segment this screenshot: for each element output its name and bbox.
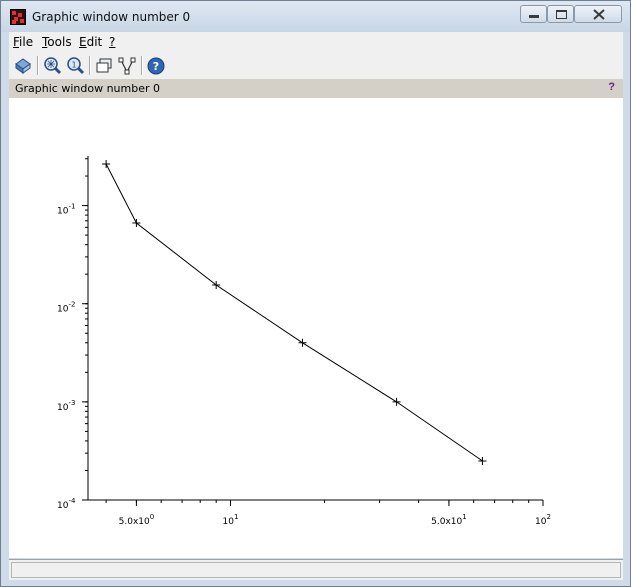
maximize-button[interactable] [547, 5, 574, 23]
data-point-marker [478, 456, 487, 465]
menu-edit[interactable]: Edit [79, 35, 102, 49]
datatip-icon[interactable] [117, 56, 137, 76]
toolbar-separator [141, 56, 142, 75]
help-icon[interactable]: ? [146, 56, 166, 76]
y-tick-label: 10-1 [57, 203, 75, 217]
plot-canvas[interactable]: 5.0x100 101 5.0x101 102 10-1 10-2 10-3 10-4 [9, 98, 623, 558]
menu-file[interactable]: File [13, 35, 33, 49]
data-point-marker [102, 160, 111, 169]
menu-help[interactable]: ? [109, 35, 115, 49]
info-bar: Graphic window number 0 ? [9, 79, 623, 98]
x-tick-label: 5.0x101 [431, 513, 467, 527]
maximize-icon [556, 10, 567, 19]
y-tick-label: 10-2 [57, 301, 75, 315]
zoom-icon[interactable] [42, 56, 62, 76]
window-title: Graphic window number 0 [32, 10, 191, 24]
toolbar: 1 ? [9, 53, 623, 79]
data-point-marker [298, 338, 307, 347]
series-line [105, 163, 483, 462]
close-icon [593, 9, 605, 20]
x-tick-label: 5.0x100 [119, 513, 155, 527]
toolbar-separator [37, 56, 38, 75]
scilab-app-icon[interactable] [10, 9, 26, 25]
close-button[interactable] [574, 5, 622, 23]
toolbar-separator [89, 56, 90, 75]
svg-text:1: 1 [71, 61, 76, 70]
svg-text:?: ? [153, 60, 159, 73]
new-window-icon[interactable] [94, 56, 114, 76]
rotate-icon[interactable] [13, 56, 33, 76]
status-bar [9, 559, 623, 580]
unzoom-icon[interactable]: 1 [65, 56, 85, 76]
menu-bar: File Tools Edit ? [9, 32, 623, 53]
data-point-marker [392, 397, 401, 406]
y-tick-label: 10-4 [57, 497, 76, 511]
minimize-icon [529, 15, 539, 18]
status-field [11, 562, 621, 578]
info-bar-text: Graphic window number 0 [15, 82, 160, 95]
graphic-window: Graphic window number 0 File Tools Edit … [0, 0, 631, 587]
y-tick-label: 10-3 [57, 399, 75, 413]
info-help-icon[interactable]: ? [608, 81, 615, 93]
minimize-button[interactable] [520, 5, 547, 23]
menu-tools[interactable]: Tools [42, 35, 72, 49]
x-tick-label: 102 [535, 513, 551, 527]
title-bar[interactable]: Graphic window number 0 [1, 1, 630, 32]
log-log-plot: 5.0x100 101 5.0x101 102 10-1 10-2 10-3 10-4 [57, 156, 551, 527]
x-tick-label: 101 [223, 513, 239, 527]
